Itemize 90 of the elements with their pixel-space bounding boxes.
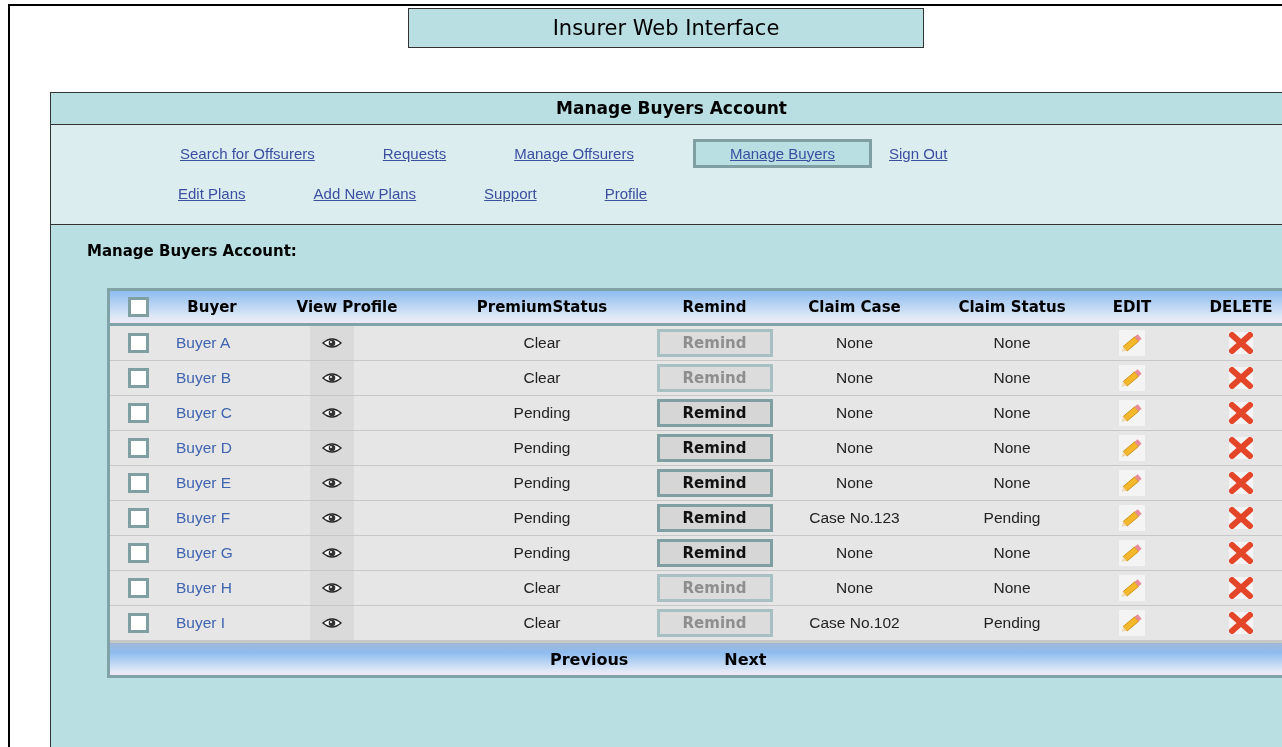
table-cell-text: Pending — [512, 474, 572, 492]
table-cell-text: None — [992, 404, 1032, 422]
delete-icon[interactable] — [1229, 577, 1253, 599]
buyer-link[interactable]: Buyer G — [162, 544, 262, 562]
column-header: Remind — [681, 298, 748, 316]
delete-icon[interactable] — [1229, 402, 1253, 424]
eye-icon[interactable] — [322, 547, 342, 559]
eye-icon[interactable] — [322, 372, 342, 384]
table-cell-text: None — [834, 439, 875, 457]
delete-icon[interactable] — [1229, 612, 1253, 634]
eye-icon[interactable] — [322, 582, 342, 594]
nav-link[interactable]: Profile — [595, 178, 657, 208]
remind-button[interactable]: Remind — [656, 469, 773, 497]
eye-icon[interactable] — [322, 442, 342, 454]
buyer-link[interactable]: Buyer A — [162, 334, 262, 352]
table-cell-text: Clear — [522, 614, 562, 632]
buyer-link[interactable]: Buyer H — [162, 579, 262, 597]
checkbox[interactable] — [128, 333, 149, 353]
table-cell-text: Pending — [512, 509, 572, 527]
table-cell-text: None — [992, 334, 1032, 352]
table-cell-text: Pending — [512, 439, 572, 457]
table-cell-text: None — [992, 474, 1032, 492]
column-header: PremiumStatus — [475, 298, 609, 316]
buyer-link[interactable]: Buyer F — [162, 509, 262, 527]
delete-icon[interactable] — [1229, 472, 1253, 494]
table-cell-text: None — [834, 579, 875, 597]
delete-icon[interactable] — [1229, 542, 1253, 564]
nav-link[interactable]: Search for Offsurers — [171, 138, 324, 168]
remind-button[interactable]: Remind — [656, 504, 773, 532]
checkbox[interactable] — [128, 403, 149, 423]
buyer-link[interactable]: Buyer D — [162, 439, 262, 457]
table-cell-text: Pending — [982, 614, 1042, 632]
table-cell-text: None — [834, 334, 875, 352]
table-cell-text: Pending — [982, 509, 1042, 527]
column-header: DELETE — [1208, 298, 1274, 316]
checkbox[interactable] — [128, 368, 149, 388]
remind-button[interactable]: Remind — [656, 434, 773, 462]
checkbox[interactable] — [128, 578, 149, 598]
app-title: Insurer Web Interface — [408, 8, 924, 48]
nav-link[interactable]: Requests — [373, 138, 456, 168]
buyer-link[interactable]: Buyer E — [162, 474, 262, 492]
eye-icon[interactable] — [322, 617, 342, 629]
table-cell-text: Clear — [522, 369, 562, 387]
checkbox[interactable] — [128, 473, 149, 493]
table-cell-text: None — [834, 544, 875, 562]
checkbox[interactable] — [128, 297, 149, 317]
column-header: Claim Status — [957, 298, 1067, 316]
table-cell-text: Pending — [512, 404, 572, 422]
table-cell-text: None — [834, 474, 875, 492]
delete-icon[interactable] — [1229, 332, 1253, 354]
table-cell-text: None — [834, 369, 875, 387]
eye-icon[interactable] — [322, 337, 342, 349]
checkbox[interactable] — [128, 438, 149, 458]
table-cell-text: Case No.123 — [808, 509, 901, 527]
table-cell-text: None — [992, 439, 1032, 457]
remind-button[interactable]: Remind — [656, 539, 773, 567]
table-cell-text: Clear — [522, 334, 562, 352]
buyer-link[interactable]: Buyer B — [162, 369, 262, 387]
nav-link[interactable]: Add New Plans — [304, 178, 426, 208]
column-header: Claim Case — [807, 298, 902, 316]
buyer-link[interactable]: Buyer I — [162, 614, 262, 632]
table-cell-text: None — [992, 579, 1032, 597]
column-header: View Profile — [295, 298, 399, 316]
checkbox[interactable] — [128, 613, 149, 633]
pagination-link[interactable]: Previous — [550, 649, 629, 669]
eye-icon[interactable] — [322, 512, 342, 524]
table-cell-text: None — [992, 544, 1032, 562]
column-header: EDIT — [1111, 298, 1153, 316]
checkbox[interactable] — [128, 508, 149, 528]
table-cell-text: None — [834, 404, 875, 422]
table-cell-text: Clear — [522, 579, 562, 597]
table-cell-text: Pending — [512, 544, 572, 562]
nav-link[interactable]: Manage Offsurers — [505, 138, 643, 168]
column-header: Buyer — [186, 298, 238, 316]
checkbox[interactable] — [128, 543, 149, 563]
eye-icon[interactable] — [322, 477, 342, 489]
delete-icon[interactable] — [1229, 367, 1253, 389]
table-cell-text: None — [992, 369, 1032, 387]
remind-button[interactable]: Remind — [656, 399, 773, 427]
eye-icon[interactable] — [322, 407, 342, 419]
buyer-link[interactable]: Buyer C — [162, 404, 262, 422]
nav-link[interactable]: Support — [475, 178, 546, 208]
section-title: Manage Buyers Account: — [87, 242, 297, 260]
delete-icon[interactable] — [1229, 507, 1253, 529]
nav-link[interactable]: Manage Buyers — [692, 138, 872, 168]
nav-link[interactable]: Edit Plans — [169, 178, 255, 208]
pagination-link[interactable]: Next — [724, 649, 767, 669]
table-cell-text: Case No.102 — [808, 614, 901, 632]
delete-icon[interactable] — [1229, 437, 1253, 459]
nav-link[interactable]: Sign Out — [880, 138, 957, 168]
